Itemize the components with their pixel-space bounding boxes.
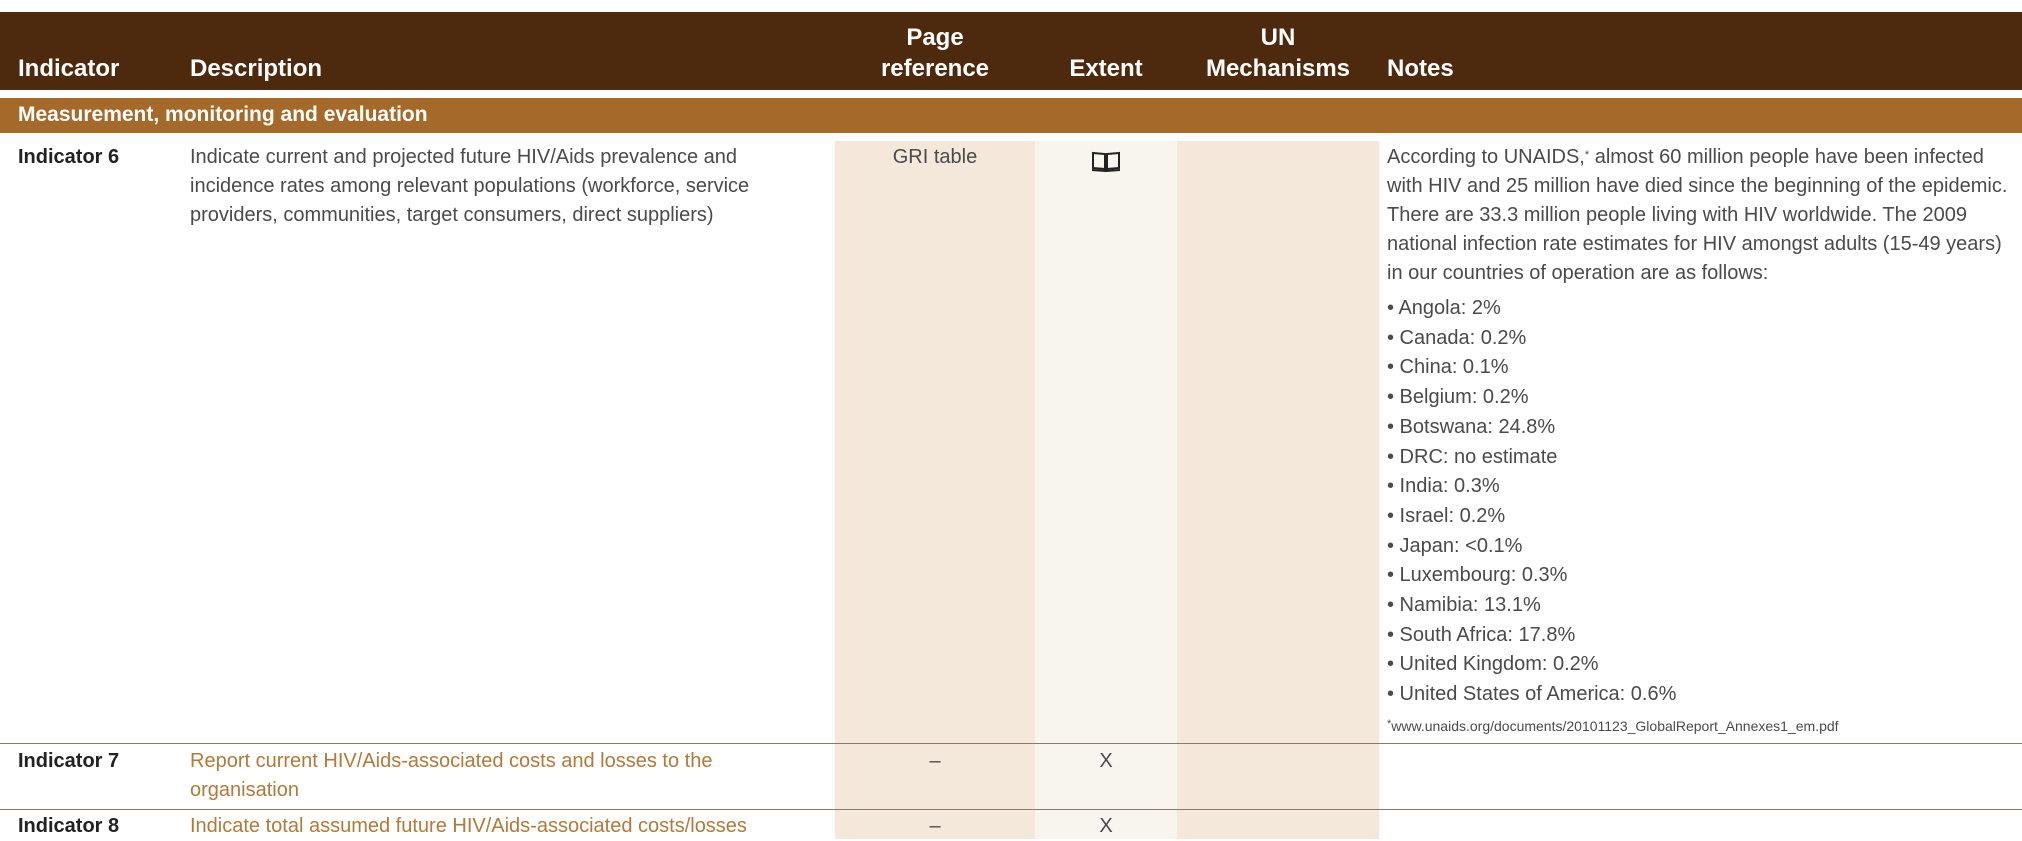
list-item: • Luxembourg: 0.3% (1387, 564, 1568, 587)
list-item: • Belgium: 0.2% (1387, 386, 1529, 409)
row-divider (0, 809, 2022, 810)
row-7-extent: X (1099, 750, 1113, 772)
row-6-notes: According to UNAIDS,* almost 60 million … (1387, 143, 2017, 736)
footnote-mark: * (1387, 717, 1392, 730)
row-7-description-link[interactable]: Report current HIV/Aids-associated costs… (190, 747, 810, 805)
header-un-line2: Mechanisms (1205, 55, 1351, 82)
indicator-table: Indicator Description Page reference Ext… (0, 0, 2022, 839)
header-indicator: Indicator (18, 55, 120, 82)
row-6-indicator: Indicator 6 (18, 146, 120, 168)
list-item: • Canada: 0.2% (1387, 326, 1527, 349)
list-item: • Israel: 0.2% (1387, 504, 1506, 527)
header-un-line1: UN (1260, 24, 1296, 51)
book-icon (1091, 150, 1121, 172)
list-item: • India: 0.3% (1387, 475, 1500, 498)
list-item: • South Africa: 17.8% (1387, 623, 1576, 646)
row-8-description-link[interactable]: Indicate total assumed future HIV/Aids-a… (190, 812, 810, 841)
row-6-description: Indicate current and projected future HI… (190, 146, 750, 226)
row-8-indicator: Indicator 8 (18, 815, 120, 837)
row-7-page-reference: – (929, 750, 941, 772)
page-reference-column-shade (835, 141, 1035, 839)
section-title: Measurement, monitoring and evaluation (18, 103, 428, 126)
list-item: • Angola: 2% (1387, 297, 1501, 319)
list-item: • United Kingdom: 0.2% (1387, 653, 1599, 676)
notes-intro-before: According to UNAIDS, (1387, 146, 1585, 168)
notes-intro: According to UNAIDS,* almost 60 million … (1387, 143, 2017, 288)
header-page-reference: Page reference (835, 22, 1035, 84)
header-notes: Notes (1387, 55, 1454, 82)
section-band: Measurement, monitoring and evaluation (0, 98, 2022, 133)
header-page-reference-line2: reference (880, 55, 990, 82)
header-un-mechanisms: UN Mechanisms (1177, 22, 1379, 84)
header-extent: Extent (1069, 55, 1143, 82)
list-item: • DRC: no estimate (1387, 445, 1558, 468)
row-6-page-reference: GRI table (892, 146, 978, 168)
header-page-reference-line1: Page (906, 24, 964, 51)
row-6-extent (1035, 146, 1177, 175)
footnote-link[interactable]: www.unaids.org/documents/20101123_Global… (1391, 718, 1838, 734)
row-8-extent: X (1099, 815, 1113, 837)
row-8-page-reference: – (929, 815, 941, 837)
notes-intro-mark: * (1584, 149, 1590, 161)
footnote: *www.unaids.org/documents/20101123_Globa… (1387, 716, 2017, 736)
table-header: Indicator Description Page reference Ext… (0, 12, 2022, 90)
list-item: • United States of America: 0.6% (1387, 683, 1677, 706)
extent-column-shade (1035, 141, 1177, 839)
list-item: • China: 0.1% (1387, 356, 1509, 379)
country-rate-list: • Angola: 2% • Canada: 0.2% • China: 0.1… (1387, 294, 2017, 710)
row-7-indicator: Indicator 7 (18, 750, 120, 772)
list-item: • Namibia: 13.1% (1387, 594, 1541, 617)
un-mechanisms-column-shade (1177, 141, 1379, 839)
list-item: • Botswana: 24.8% (1387, 415, 1556, 438)
row-divider (0, 743, 2022, 744)
list-item: • Japan: <0.1% (1387, 534, 1523, 557)
header-description: Description (190, 55, 323, 82)
